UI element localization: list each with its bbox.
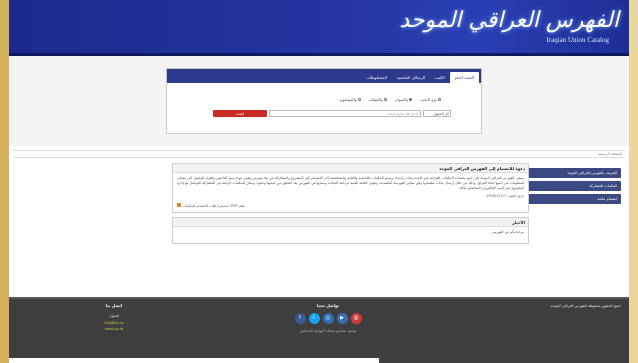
footer-email-link[interactable]: info@iuc.iq xyxy=(79,321,149,325)
search-row: كل الحقول أدخل هنا عبارة البحث ابحث xyxy=(211,110,451,117)
sidebar-item-participating-libraries[interactable]: المكتبات المشاركة xyxy=(523,181,621,191)
instagram-icon[interactable]: ◎ xyxy=(322,313,334,324)
tab-books[interactable]: الكتب xyxy=(430,72,450,83)
news-card: دعوة للانضمام إلى الفهرس العراقي الموحد … xyxy=(172,163,529,213)
site-header: الفهرس العراقي الموحد Iraqian Union Cata… xyxy=(9,0,629,56)
news-text: يسعى الفهرس العراقي الموحد إلى جمع مقتني… xyxy=(177,176,524,190)
search-type-options: نوع البحث والعنوان والمؤلف والموضوع xyxy=(340,97,441,102)
sidebar-item-join-library[interactable]: انضمام مكتبة xyxy=(523,194,621,204)
news-date: تاريخ النشر: 2019/12/17 xyxy=(486,194,525,198)
news-body: يسعى الفهرس العراقي الموحد إلى جمع مقتني… xyxy=(173,173,528,212)
radio-label: والموضوع xyxy=(340,97,357,102)
footer-links: اتصل بنا العنوان info@iuc.iq www.iuc.iq xyxy=(79,303,149,331)
radio-dot[interactable] xyxy=(357,98,361,101)
youtube-icon[interactable]: ▶ xyxy=(336,313,348,324)
radio-label: والمؤلف xyxy=(368,97,383,102)
right-frame xyxy=(629,0,638,363)
footer-top-line xyxy=(9,297,629,299)
social-links: f t ◎ ▶ @ xyxy=(288,313,368,324)
news-title[interactable]: دعوة للانضمام إلى الفهرس العراقي الموحد xyxy=(173,164,528,173)
sidebar-item-about[interactable]: التعريف بالفهرس العراقي الموحد xyxy=(523,168,621,178)
pdf-file-icon xyxy=(177,203,181,207)
search-panel: البحث العام الكتب الرسائل الجامعية المخط… xyxy=(166,68,482,134)
email-icon[interactable]: @ xyxy=(350,313,362,324)
footer-address-label: العنوان xyxy=(109,314,119,318)
logo-english-text: Iraqian Union Catalog xyxy=(546,36,609,44)
news-attachment[interactable]: ملف PDF: استمارة طلب الانضمام للمكتبات xyxy=(177,201,524,209)
search-scope-select[interactable]: كل الحقول xyxy=(423,110,451,117)
logo-arabic-text: الفهرس العراقي الموحد xyxy=(399,8,620,33)
main-content: دعوة للانضمام إلى الفهرس العراقي الموحد … xyxy=(172,163,529,248)
footer-copyright: جميع الحقوق محفوظة للفهرس العراقي الموحد xyxy=(550,304,621,308)
footer-contact-title: تواصل معنا xyxy=(316,303,340,308)
radio-title[interactable]: والعنوان xyxy=(395,97,413,102)
footer-website-link[interactable]: www.iuc.iq xyxy=(79,327,149,331)
search-tabs: البحث العام الكتب الرسائل الجامعية المخط… xyxy=(167,69,481,83)
footer-contact-note: تواصل معنا عبر شبكات التواصل الاجتماعي xyxy=(299,329,357,333)
radio-label: والعنوان xyxy=(394,97,409,102)
search-input[interactable]: أدخل هنا عبارة البحث xyxy=(269,110,421,117)
second-card-body: مرحبا بكم في الفهرس xyxy=(173,227,528,243)
twitter-icon[interactable]: t xyxy=(308,313,320,324)
radio-dot[interactable] xyxy=(438,98,441,101)
attachment-label[interactable]: ملف PDF: استمارة طلب الانضمام للمكتبات xyxy=(183,204,245,209)
search-section: البحث العام الكتب الرسائل الجامعية المخط… xyxy=(9,56,629,146)
radio-dot[interactable] xyxy=(409,98,413,101)
bottom-strip xyxy=(9,358,379,363)
radio-dot[interactable] xyxy=(383,98,387,101)
search-button[interactable]: ابحث xyxy=(213,110,267,117)
footer-links-title: اتصل بنا xyxy=(105,303,123,308)
breadcrumb: الصفحة الرئيسية xyxy=(13,150,625,158)
radio-author[interactable]: والمؤلف xyxy=(369,97,387,102)
second-card-title: الأخبار xyxy=(173,218,528,227)
footer-contact: تواصل معنا f t ◎ ▶ @ تواصل معنا عبر شبكا… xyxy=(288,303,368,333)
second-card: الأخبار مرحبا بكم في الفهرس xyxy=(172,217,529,244)
site-logo[interactable]: الفهرس العراقي الموحد Iraqian Union Cata… xyxy=(399,6,620,52)
radio-label: نوع البحث xyxy=(420,97,437,102)
facebook-icon[interactable]: f xyxy=(294,313,306,324)
breadcrumb-home-link[interactable]: الصفحة الرئيسية xyxy=(598,152,622,156)
tab-theses[interactable]: الرسائل الجامعية xyxy=(392,72,430,83)
site-footer: جميع الحقوق محفوظة للفهرس العراقي الموحد… xyxy=(9,297,629,363)
second-card-text: مرحبا بكم في الفهرس xyxy=(492,230,524,234)
sidebar: التعريف بالفهرس العراقي الموحد المكتبات … xyxy=(523,168,621,207)
tab-manuscripts[interactable]: المخطوطات xyxy=(361,72,392,83)
radio-search-type[interactable]: نوع البحث xyxy=(420,97,441,102)
page: الفهرس العراقي الموحد Iraqian Union Cata… xyxy=(9,0,629,363)
tab-general-search[interactable]: البحث العام xyxy=(449,72,479,83)
radio-subject[interactable]: والموضوع xyxy=(340,97,361,102)
left-frame xyxy=(0,0,9,363)
